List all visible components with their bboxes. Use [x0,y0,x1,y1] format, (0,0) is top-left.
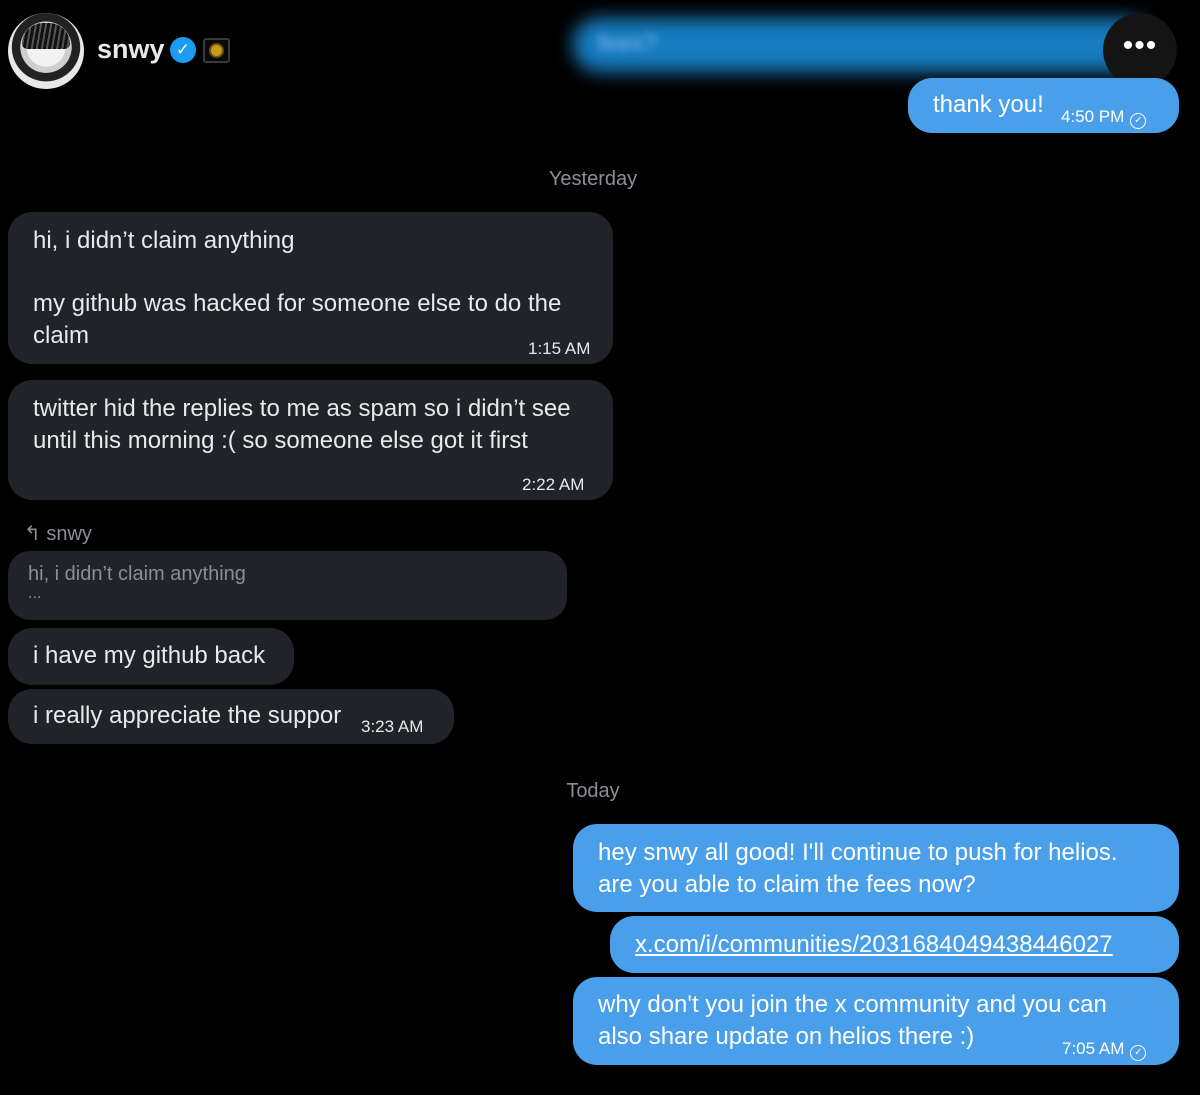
message-timestamp: 4:50 PM ✓ [1061,101,1147,133]
message-text: thank you! [933,91,1044,118]
message-timestamp: 2:22 AM [522,475,585,494]
more-options-button[interactable]: ••• [1103,13,1177,87]
message-timestamp: 7:05 AM ✓ [1062,1033,1147,1065]
verified-badge-icon: ✓ [170,37,196,63]
reply-arrow-icon: ↰ [24,523,41,545]
read-check-icon: ✓ [1130,1045,1147,1061]
blurred-message-bubble [573,18,1153,72]
message-text: twitter hid the replies to me as spam so… [33,395,571,454]
message-bubble-incoming[interactable]: twitter hid the replies to me as spam so… [8,380,613,500]
avatar-hair [22,23,70,49]
message-text: hi, i didn’t claim anything [33,227,295,254]
message-bubble-outgoing[interactable]: why don't you join the x community and y… [573,977,1179,1065]
message-text: my github was hacked for someone else to… [33,290,562,349]
message-bubble-outgoing[interactable]: hey snwy all good! I'll continue to push… [573,824,1179,912]
conversation-username[interactable]: snwy [97,34,165,65]
message-bubble-outgoing[interactable]: thank you! 4:50 PM ✓ [908,78,1179,133]
quoted-ellipsis: ... [28,585,42,602]
message-bubble-outgoing[interactable]: x.com/i/communities/2031684049438446027 [610,916,1179,973]
message-bubble-incoming[interactable]: i really appreciate the suppor 3:23 AM [8,689,454,744]
message-bubble-incoming[interactable]: i have my github back [8,628,294,685]
message-bubble-incoming[interactable]: hi, i didn’t claim anything my github wa… [8,212,613,364]
quoted-message[interactable]: hi, i didn’t claim anything ... [8,551,567,620]
message-timestamp: 1:15 AM [528,339,591,358]
message-text: i have my github back [33,642,266,669]
avatar[interactable] [8,13,84,89]
quoted-text: hi, i didn’t claim anything [28,563,246,585]
date-separator-yesterday: Yesterday [548,168,638,190]
read-check-icon: ✓ [1130,113,1147,129]
community-link[interactable]: x.com/i/communities/2031684049438446027 [635,931,1113,958]
reply-to-label: ↰ snwy [24,521,92,546]
message-timestamp: 3:23 AM [361,717,424,736]
blurred-message-text: fees? [598,30,657,57]
reply-to-username: snwy [46,523,92,545]
date-separator-today: Today [566,780,620,802]
affiliate-badge-icon [203,38,230,63]
message-text: i really appreciate the suppor [33,702,342,729]
message-text: hey snwy all good! I'll continue to push… [598,839,1118,898]
